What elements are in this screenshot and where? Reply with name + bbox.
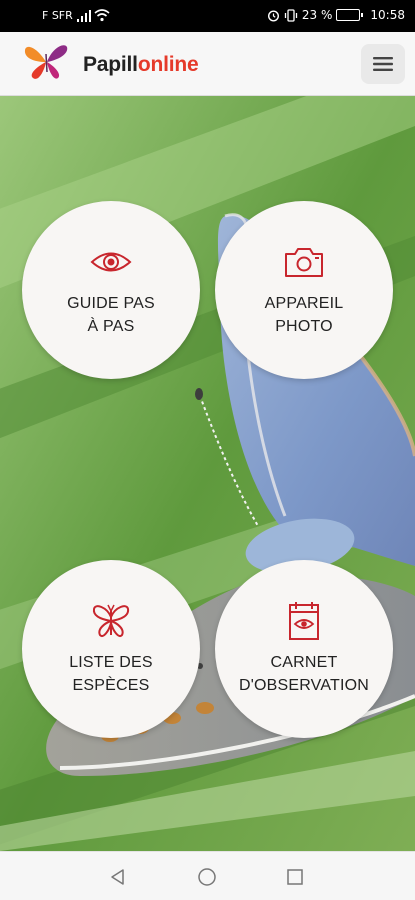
system-nav-bar	[0, 851, 415, 900]
eye-icon	[90, 252, 132, 272]
butterfly-icon	[92, 604, 130, 637]
carrier-label: F SFR	[42, 9, 73, 22]
app-title-part1: Papill	[83, 53, 138, 76]
butterfly-logo-icon[interactable]	[22, 40, 70, 84]
wifi-icon	[94, 9, 110, 22]
clock: 10:58	[370, 8, 405, 22]
vibrate-icon	[284, 8, 298, 22]
signal-icon	[77, 10, 91, 22]
notebook-eye-icon	[289, 602, 319, 640]
home-icon[interactable]	[197, 867, 217, 887]
hero-background: GUIDE PAS À PAS APPAREIL PHOTO LISTE DES…	[0, 96, 415, 851]
status-bar: F SFR 23 % 10:58	[0, 0, 415, 32]
tile-label: APPAREIL PHOTO	[264, 295, 344, 335]
camera-button[interactable]: APPAREIL PHOTO	[215, 201, 393, 379]
back-icon[interactable]	[108, 867, 128, 887]
menu-button[interactable]	[361, 44, 405, 84]
tile-label: GUIDE PAS À PAS	[67, 295, 155, 335]
app-title-part2: online	[137, 53, 199, 76]
observation-notebook-button[interactable]: CARNET D'OBSERVATION	[215, 560, 393, 738]
guide-step-by-step-button[interactable]: GUIDE PAS À PAS	[22, 201, 200, 379]
recent-apps-icon[interactable]	[285, 867, 305, 887]
alarm-icon	[267, 9, 279, 22]
camera-icon	[285, 248, 323, 277]
app-title: Papillonline	[83, 53, 199, 77]
tile-label: CARNET D'OBSERVATION	[238, 654, 370, 694]
hamburger-menu-icon	[373, 57, 393, 71]
butterfly-photo	[0, 96, 415, 851]
battery-icon	[336, 9, 364, 21]
tile-label: LISTE DES ESPÈCES	[69, 654, 153, 694]
app-bar: Papillonline	[0, 32, 415, 96]
battery-percent: 23 %	[301, 8, 333, 22]
species-list-button[interactable]: LISTE DES ESPÈCES	[22, 560, 200, 738]
